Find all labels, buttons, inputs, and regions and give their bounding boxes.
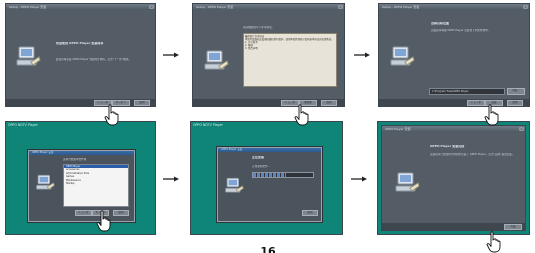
install-progress-bar	[252, 172, 314, 178]
license-prompt: 请仔细阅读以下许可协议。	[243, 26, 275, 29]
cancel-button[interactable]: 取消	[321, 100, 337, 106]
finish-heading: OPPO Player 安装完成	[430, 145, 465, 148]
step-5-installing-screen: OPPO NDTV Player OPPO Player 安装 正在安装 正在复…	[190, 121, 343, 235]
close-icon[interactable]: ×	[149, 5, 154, 9]
cancel-button[interactable]: 取消	[302, 210, 318, 216]
right-arrow-icon	[163, 176, 179, 182]
button-bar: < 上一步 下一步 > 取消	[6, 99, 155, 106]
cancel-button[interactable]: 取消	[134, 100, 150, 106]
installing-status: 正在复制文件...	[252, 165, 271, 168]
pointing-hand-cursor-icon	[484, 104, 499, 126]
window-title-bar: Setup - OPPO Player 安装 ×	[6, 4, 155, 10]
destination-path-input[interactable]: C:\Program Files\OPPO Player	[429, 88, 505, 95]
dialog-title-bar: OPPO Player 安装	[218, 148, 321, 152]
welcome-text: 此程序将安装 OPPO Player 到您的计算机。点击“下一步”继续。	[56, 58, 131, 61]
pointing-hand-cursor-icon	[104, 104, 119, 126]
window-title: Setup - OPPO Player 安装	[382, 5, 420, 9]
pointing-hand-cursor-icon	[486, 231, 501, 253]
window-title-bar: Setup - OPPO Player 安装 ×	[193, 4, 344, 10]
installing-heading: 正在安装	[252, 156, 265, 159]
installer-computer-icon	[390, 46, 415, 66]
desktop-banner: OPPO NDTV Player	[193, 123, 223, 127]
finish-window: OPPO Player 安装 × OPPO Player 安装完成 安装程序已在您…	[381, 125, 526, 231]
destination-text: 安装程序将把 OPPO Player 安装到下列文件夹中。	[431, 29, 491, 32]
dialog-title-bar: OPPO Player 安装	[29, 151, 134, 155]
license-text-box[interactable]: 最终用户许可协议 本软件受版权法及国际版权条约保护。使用本软件即表示您同意本协议…	[243, 33, 337, 87]
dialog-title: OPPO Player 安装	[221, 148, 243, 151]
right-arrow-icon	[163, 52, 179, 58]
window-title-bar: Setup - OPPO Player 安装 ×	[379, 4, 529, 10]
button-bar: < 上一步 我同意 取消	[193, 99, 344, 106]
folder-list[interactable]: OPPO Player Accessories Administrative T…	[63, 164, 129, 207]
pointing-hand-cursor-icon	[294, 104, 309, 126]
step-4-start-menu-screen: OPPO NDTV Player OPPO Player 安装 选择开始菜单文件…	[5, 121, 156, 235]
destination-heading: 选择目标位置	[431, 22, 450, 25]
window-title: Setup - OPPO Player 安装	[196, 5, 234, 9]
window-title: OPPO Player 安装	[385, 127, 411, 131]
window-title-bar: OPPO Player 安装 ×	[382, 126, 525, 132]
start-menu-heading: 选择开始菜单文件夹	[63, 158, 87, 161]
right-arrow-icon	[354, 52, 370, 58]
progress-fill	[253, 173, 286, 177]
installer-computer-icon	[225, 177, 244, 193]
cancel-button[interactable]: 取消	[507, 100, 523, 106]
back-button[interactable]: < 上一步	[75, 210, 92, 216]
step-2-license-window: Setup - OPPO Player 安装 × 请仔细阅读以下许可协议。 最终用…	[192, 3, 345, 107]
back-button[interactable]: < 上一步	[467, 100, 485, 106]
close-icon[interactable]: ×	[519, 127, 524, 131]
list-item[interactable]: Startup	[64, 182, 128, 185]
button-bar: < 上一步 安装 取消	[379, 99, 529, 106]
installer-computer-icon	[16, 46, 41, 66]
close-icon[interactable]: ×	[523, 5, 528, 9]
close-icon[interactable]: ×	[338, 5, 343, 9]
right-arrow-icon	[351, 176, 367, 182]
page-number: 16	[260, 245, 276, 253]
window-title: Setup - OPPO Player 安装	[9, 5, 47, 9]
browse-button[interactable]: 浏览...	[507, 88, 525, 95]
start-menu-dialog: OPPO Player 安装 选择开始菜单文件夹 OPPO Player Acc…	[28, 150, 135, 222]
desktop-banner: OPPO NDTV Player	[8, 123, 38, 127]
dialog-title: OPPO Player 安装	[32, 151, 54, 154]
cancel-button[interactable]: 取消	[113, 210, 129, 216]
step-3-destination-window: Setup - OPPO Player 安装 × 选择目标位置 安装程序将把 OP…	[378, 3, 530, 107]
button-bar: 完成	[382, 223, 525, 230]
welcome-heading: 欢迎使用 OPPO Player 安装向导	[56, 42, 104, 45]
installer-computer-icon	[36, 174, 55, 190]
finish-button[interactable]: 完成	[504, 224, 522, 230]
installer-computer-icon	[204, 50, 229, 70]
installer-computer-icon	[395, 172, 420, 192]
pointing-hand-cursor-icon	[96, 210, 111, 232]
step-6-finish-screen: OPPO Player 安装 × OPPO Player 安装完成 安装程序已在您…	[377, 121, 530, 235]
finish-text: 安装程序已在您的计算机中安装了 OPPO Player。点击“完成”退出安装。	[430, 153, 515, 156]
step-1-welcome-window: Setup - OPPO Player 安装 × 欢迎使用 OPPO Player…	[5, 3, 156, 107]
installing-dialog: OPPO Player 安装 正在安装 正在复制文件... 取消	[217, 147, 322, 222]
